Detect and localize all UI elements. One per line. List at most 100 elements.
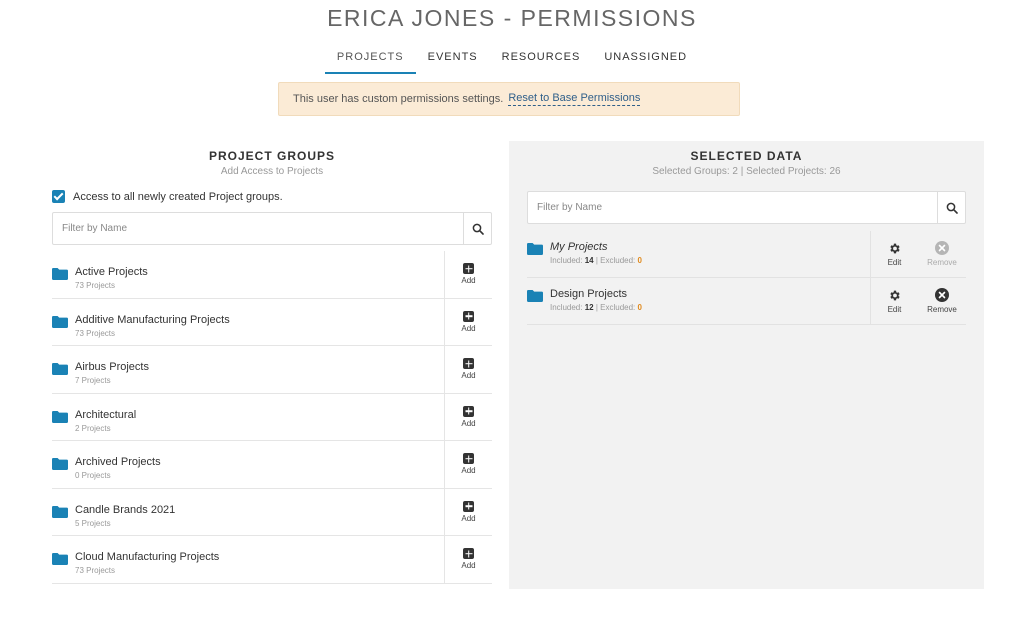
project-group-list: Active Projects 73 Projects Add Additive… — [52, 251, 492, 584]
remove-button[interactable]: Remove — [918, 231, 966, 277]
selected-data-panel: SELECTED DATA Selected Groups: 2 | Selec… — [509, 141, 984, 589]
group-project-count: 73 Projects — [75, 281, 116, 290]
folder-icon — [52, 410, 68, 423]
edit-label: Edit — [887, 257, 902, 267]
add-group-button[interactable]: Add — [444, 298, 492, 345]
selected-group-name: My Projects — [550, 241, 608, 253]
add-icon — [463, 453, 474, 465]
selected-data-title: SELECTED DATA — [690, 149, 803, 163]
list-item: Candle Brands 2021 5 Projects Add — [52, 488, 492, 536]
group-item-main[interactable]: Archived Projects 0 Projects — [52, 441, 444, 488]
search-icon — [472, 223, 484, 235]
group-item-main[interactable]: Architectural 2 Projects — [52, 394, 444, 441]
tab-events[interactable]: EVENTS — [416, 48, 490, 74]
project-groups-panel: PROJECT GROUPS Add Access to Projects Ac… — [52, 141, 492, 584]
tab-resources[interactable]: RESOURCES — [490, 48, 593, 74]
tab-bar: PROJECTS EVENTS RESOURCES UNASSIGNED — [0, 48, 1024, 74]
add-label: Add — [461, 513, 476, 523]
group-name: Candle Brands 2021 — [75, 503, 176, 516]
group-filter-input[interactable] — [53, 213, 463, 244]
group-item-main[interactable]: Candle Brands 2021 5 Projects — [52, 489, 444, 536]
remove-label: Remove — [927, 305, 957, 314]
selected-data-subtitle: Selected Groups: 2 | Selected Projects: … — [652, 166, 841, 177]
remove-icon — [935, 288, 949, 302]
folder-icon — [52, 458, 68, 470]
list-item: Additive Manufacturing Projects 73 Proje… — [52, 298, 492, 346]
list-item: Active Projects 73 Projects Add — [52, 251, 492, 299]
selected-item-main: Design Projects Included: 12 | Excluded:… — [527, 278, 870, 324]
included-label: Included: — [550, 303, 583, 312]
tab-unassigned[interactable]: UNASSIGNED — [592, 48, 699, 74]
add-icon — [463, 548, 474, 560]
page-title: ERICA JONES - PERMISSIONS — [327, 5, 697, 31]
add-label: Add — [461, 561, 476, 571]
add-icon — [463, 358, 474, 370]
new-groups-access-label[interactable]: Access to all newly created Project grou… — [73, 191, 283, 203]
group-project-count: 73 Projects — [75, 566, 116, 575]
selected-item-main: My Projects Included: 14 | Excluded: 0 — [527, 231, 870, 277]
group-project-count: 0 Projects — [75, 471, 111, 480]
group-item-main[interactable]: Cloud Manufacturing Projects 73 Projects — [52, 536, 444, 583]
folder-icon — [52, 553, 68, 565]
group-item-main[interactable]: Active Projects 73 Projects — [52, 251, 444, 298]
add-label: Add — [461, 466, 476, 476]
new-groups-access-checkbox[interactable] — [52, 190, 65, 203]
reset-permissions-link[interactable]: Reset to Base Permissions — [508, 92, 641, 106]
alert-text: This user has custom permissions setting… — [293, 93, 504, 105]
folder-icon — [527, 290, 543, 302]
gear-icon — [890, 243, 900, 253]
folder-icon — [52, 363, 68, 375]
group-name: Architectural — [75, 408, 137, 421]
included-count: 12 — [584, 303, 594, 312]
remove-label: Remove — [927, 258, 957, 267]
add-group-button[interactable]: Add — [444, 251, 492, 298]
included-count: 14 — [584, 256, 594, 265]
add-icon — [463, 263, 474, 275]
add-group-button[interactable]: Add — [444, 441, 492, 488]
excluded-label: | Excluded: — [595, 303, 636, 312]
list-item: Archived Projects 0 Projects Add — [52, 441, 492, 489]
edit-button[interactable]: Edit — [870, 278, 918, 324]
add-group-button[interactable]: Add — [444, 536, 492, 583]
selected-filter-input[interactable] — [528, 192, 937, 223]
group-name: Active Projects — [75, 266, 148, 278]
add-icon — [463, 500, 474, 512]
add-group-button[interactable]: Add — [444, 393, 492, 440]
group-filter — [52, 212, 492, 245]
remove-button[interactable]: Remove — [918, 278, 966, 324]
list-item: Airbus Projects 7 Projects Add — [52, 346, 492, 394]
selected-filter — [527, 191, 966, 224]
list-item: Cloud Manufacturing Projects 73 Projects… — [52, 536, 492, 584]
group-item-main[interactable]: Airbus Projects 7 Projects — [52, 346, 444, 393]
tab-projects[interactable]: PROJECTS — [324, 48, 416, 74]
group-project-count: 7 Projects — [75, 376, 111, 385]
folder-icon — [52, 315, 68, 328]
add-icon — [463, 405, 474, 417]
selected-item: My Projects Included: 14 | Excluded: 0 E… — [527, 231, 966, 278]
group-item-main[interactable]: Additive Manufacturing Projects 73 Proje… — [52, 299, 444, 346]
edit-label: Edit — [887, 304, 902, 314]
search-icon — [946, 202, 958, 214]
group-project-count: 2 Projects — [75, 423, 111, 433]
selected-search-button[interactable] — [937, 192, 965, 223]
add-label: Add — [461, 371, 476, 381]
excluded-count: 0 — [637, 256, 642, 265]
add-group-button[interactable]: Add — [444, 346, 492, 393]
group-name: Additive Manufacturing Projects — [75, 313, 230, 326]
folder-icon — [527, 243, 543, 255]
new-groups-access-option: Access to all newly created Project grou… — [52, 190, 492, 203]
add-group-button[interactable]: Add — [444, 488, 492, 535]
folder-icon — [52, 505, 68, 518]
group-project-count: 5 Projects — [75, 518, 111, 528]
selected-group-counts: Included: 12 | Excluded: 0 — [550, 303, 642, 312]
edit-button[interactable]: Edit — [870, 231, 918, 277]
excluded-label: | Excluded: — [595, 256, 636, 265]
group-search-button[interactable] — [463, 213, 491, 244]
add-label: Add — [461, 418, 476, 428]
selected-group-name: Design Projects — [550, 288, 628, 300]
group-name: Airbus Projects — [75, 361, 149, 373]
project-groups-title: PROJECT GROUPS — [208, 149, 336, 163]
list-item: Architectural 2 Projects Add — [52, 393, 492, 441]
add-label: Add — [461, 276, 476, 286]
group-project-count: 73 Projects — [75, 328, 116, 338]
